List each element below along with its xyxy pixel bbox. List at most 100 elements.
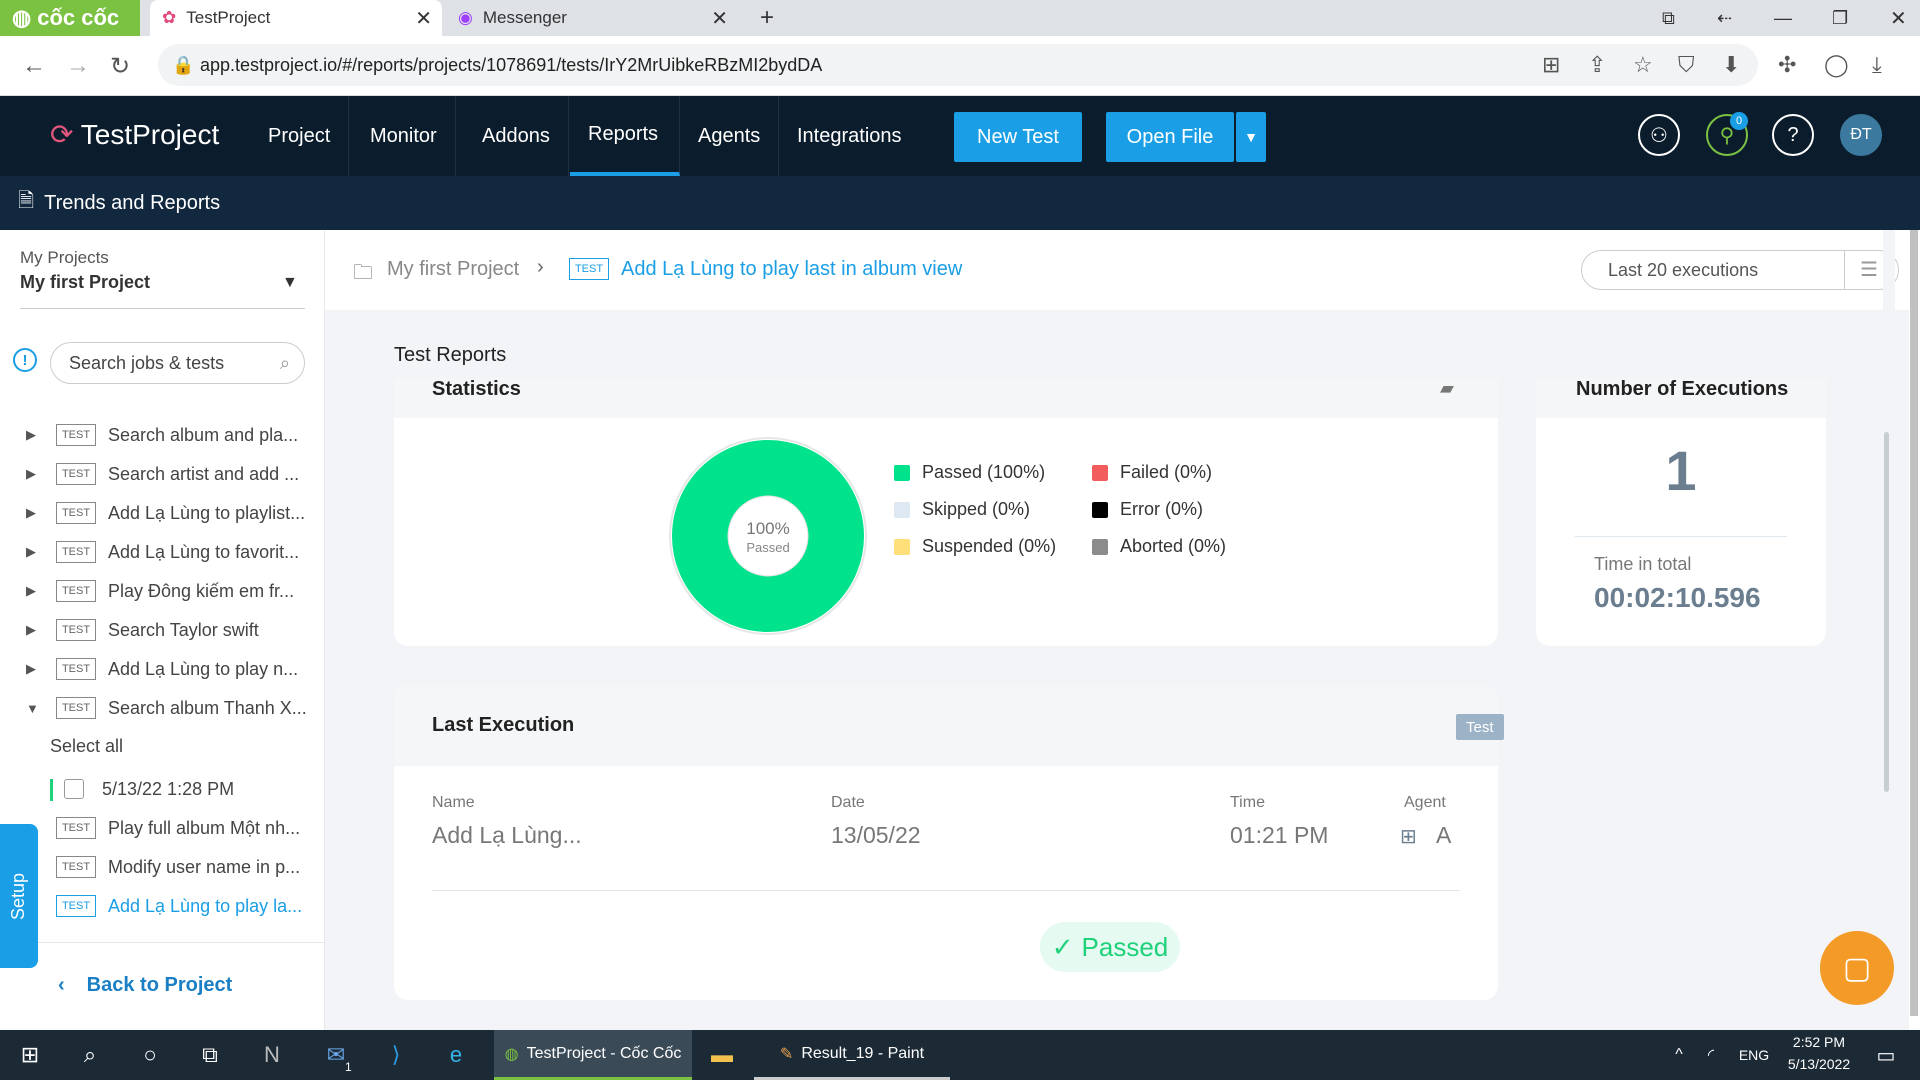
info-icon[interactable]: !	[13, 348, 37, 372]
open-file-button[interactable]: Open File	[1106, 112, 1234, 162]
setup-tab[interactable]: Setup	[0, 824, 38, 968]
open-file-dropdown-icon[interactable]: ▼	[1236, 112, 1266, 162]
close-tab-icon[interactable]: ✕	[415, 6, 432, 31]
user-add-icon[interactable]: ⚇	[1638, 114, 1680, 156]
clock-time[interactable]: 2:52 PM	[1776, 1034, 1862, 1050]
vscode-icon[interactable]: ⟩	[376, 1030, 416, 1080]
tree-item[interactable]: TEST Modify user name in p...	[0, 850, 325, 884]
collapse-caret-icon[interactable]: ▼	[26, 701, 39, 716]
minimize-button[interactable]: —	[1762, 0, 1792, 36]
tree-item-label: Add Lạ Lùng to favorit...	[108, 541, 300, 562]
legend-label: Suspended (0%)	[922, 536, 1057, 556]
tab-title: Messenger	[482, 8, 567, 27]
taskbar-coccoc[interactable]: ◍ TestProject - Cốc Cốc	[494, 1030, 692, 1080]
onenote-icon[interactable]: N	[252, 1030, 292, 1080]
help-icon[interactable]: ?	[1772, 114, 1814, 156]
expand-caret-icon[interactable]: ▶	[26, 622, 36, 638]
forward-icon[interactable]: →	[66, 52, 90, 80]
profile-icon[interactable]: ◯	[1824, 52, 1849, 78]
divider	[20, 308, 305, 309]
back-icon[interactable]: ←	[22, 52, 46, 80]
breadcrumb-test[interactable]: Add Lạ Lùng to play last in album view	[621, 258, 962, 281]
chat-widget-icon[interactable]: ▢	[1820, 931, 1894, 1005]
back-to-project-link[interactable]: ‹ Back to Project	[58, 974, 232, 997]
tree-item[interactable]: ▶ TEST Search artist and add ...	[0, 457, 325, 491]
statistics-title: Statistics	[432, 378, 521, 400]
shield-icon[interactable]: ⛉	[1678, 52, 1695, 78]
star-icon[interactable]: ☆	[1633, 52, 1653, 78]
legend-swatch	[1092, 464, 1108, 481]
close-tab-icon[interactable]: ✕	[711, 6, 728, 31]
screenshot-icon[interactable]: ⧉	[1650, 0, 1675, 36]
task-view-icon[interactable]: ⧉	[190, 1030, 230, 1080]
nav-monitor[interactable]: Monitor	[352, 96, 456, 176]
windows-start-icon[interactable]: ⊞	[10, 1030, 50, 1080]
expand-caret-icon[interactable]: ▶	[26, 466, 36, 482]
nav-project[interactable]: Project	[250, 96, 350, 176]
tree-item[interactable]: ▶ TEST Add Lạ Lùng to play n...	[0, 652, 325, 686]
execution-item[interactable]: 5/13/22 1:28 PM	[102, 779, 234, 800]
divider	[0, 942, 325, 943]
tab-messenger[interactable]: ◉ Messenger ✕	[446, 0, 738, 36]
file-explorer-icon[interactable]: ▬	[702, 1030, 742, 1080]
close-window-button[interactable]: ✕	[1878, 0, 1907, 36]
coccoc-brand[interactable]: ◍ cốc cốc	[0, 0, 140, 36]
download-ext-icon[interactable]: ⬇	[1722, 52, 1740, 78]
translate-icon[interactable]: ⊞	[1542, 52, 1560, 78]
logo-text: TestProject	[80, 119, 220, 150]
new-tab-button[interactable]: +	[748, 0, 788, 36]
chevron-down-icon[interactable]: ▼	[282, 274, 298, 292]
taskbar-paint[interactable]: ✎ Result_19 - Paint	[754, 1030, 950, 1080]
filter-lines-icon[interactable]: ☰	[1860, 257, 1878, 282]
new-test-button[interactable]: New Test	[954, 112, 1082, 162]
expand-caret-icon[interactable]: ▶	[26, 544, 36, 560]
project-select[interactable]: My first Project	[20, 272, 150, 293]
edge-icon[interactable]: e	[436, 1030, 476, 1080]
puzzle-icon[interactable]: ✣	[1778, 52, 1796, 78]
tab-testproject[interactable]: ✿ TestProject ✕	[150, 0, 442, 36]
nav-label: Monitor	[370, 124, 437, 147]
nav-integrations[interactable]: Integrations	[779, 96, 920, 176]
testproject-logo[interactable]: ⟳ TestProject	[50, 118, 219, 151]
url-field[interactable]: 🔒 app.testproject.io/#/reports/projects/…	[158, 44, 1758, 86]
tree-item[interactable]: ▼ TEST Search album Thanh X...	[0, 691, 325, 725]
breadcrumb-project[interactable]: My first Project	[387, 258, 519, 281]
reload-icon[interactable]: ↻	[110, 52, 130, 81]
select-all-link[interactable]: Select all	[50, 736, 123, 757]
language-indicator[interactable]: ENG	[1732, 1030, 1776, 1080]
execution-checkbox[interactable]	[64, 779, 84, 799]
tree-item[interactable]: ▶ TEST Play Đông kiếm em fr...	[0, 574, 325, 608]
window-scrollbar-thumb[interactable]	[1910, 230, 1918, 1016]
clock-date[interactable]: 5/13/2022	[1772, 1056, 1866, 1072]
back-arrow-tab-icon[interactable]: ⇠	[1705, 0, 1732, 36]
cortana-icon[interactable]: ○	[130, 1030, 170, 1080]
nav-addons[interactable]: Addons	[464, 96, 569, 176]
share-icon[interactable]: ⇪	[1588, 52, 1606, 78]
search-icon[interactable]: ⌕	[70, 1030, 110, 1080]
executions-filter-select[interactable]: Last 20 executions ☰	[1581, 250, 1899, 290]
tree-item[interactable]: ▶ TEST Search album and pla...	[0, 418, 325, 452]
legend-item: Error (0%)	[1092, 499, 1203, 520]
monitor-icon[interactable]: ▰	[1440, 378, 1454, 399]
expand-caret-icon[interactable]: ▶	[26, 661, 36, 677]
search-input[interactable]: Search jobs & tests ⌕	[50, 342, 305, 384]
date-value: 13/05/22	[831, 822, 921, 848]
downloads-icon[interactable]: ⤓	[1872, 52, 1882, 78]
document-icon: 🗎	[18, 190, 35, 212]
avatar[interactable]: ĐT	[1840, 114, 1882, 156]
nav-agents[interactable]: Agents	[680, 96, 780, 176]
tree-item[interactable]: ▶ TEST Add Lạ Lùng to favorit...	[0, 535, 325, 569]
tree-item-selected[interactable]: TEST Add Lạ Lùng to play la...	[0, 889, 325, 923]
nav-reports[interactable]: Reports	[570, 96, 680, 176]
chevron-up-icon[interactable]: ^	[1666, 1030, 1692, 1080]
restore-button[interactable]: ❐	[1820, 0, 1848, 36]
notification-center-icon[interactable]: ▭	[1866, 1030, 1906, 1080]
wifi-icon[interactable]: ◜	[1698, 1030, 1724, 1080]
tree-item[interactable]: ▶ TEST Search Taylor swift	[0, 613, 325, 647]
scrollbar-thumb[interactable]	[1884, 432, 1889, 792]
expand-caret-icon[interactable]: ▶	[26, 583, 36, 599]
expand-caret-icon[interactable]: ▶	[26, 427, 36, 443]
tree-item[interactable]: ▶ TEST Add Lạ Lùng to playlist...	[0, 496, 325, 530]
expand-caret-icon[interactable]: ▶	[26, 505, 36, 521]
tree-item[interactable]: TEST Play full album Một nh...	[0, 811, 325, 845]
